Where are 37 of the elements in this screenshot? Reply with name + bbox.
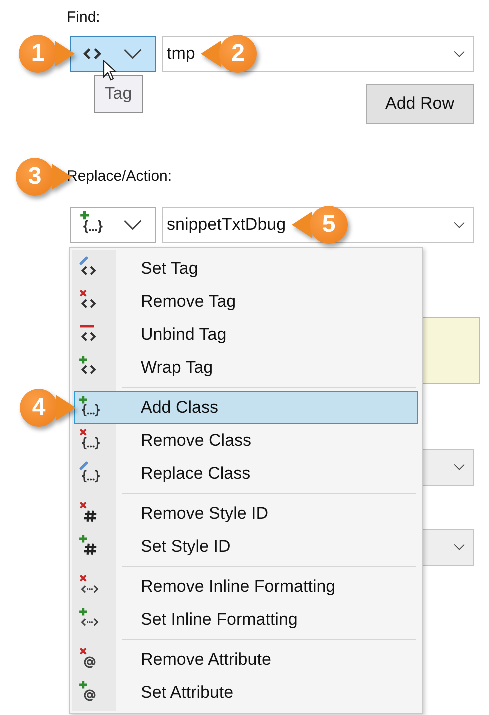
type-dropdown-button[interactable] bbox=[70, 36, 156, 72]
menu-item[interactable]: Remove Tag bbox=[74, 285, 418, 318]
chevron-icon bbox=[454, 544, 465, 551]
menu-item[interactable]: Remove Class bbox=[74, 424, 418, 457]
menu-item[interactable]: Remove Inline Formatting bbox=[74, 570, 418, 603]
menu-item[interactable]: Remove Attribute bbox=[74, 643, 418, 676]
menu-item[interactable]: Unbind Tag bbox=[74, 318, 418, 351]
field-value: tmp bbox=[167, 44, 196, 63]
chevron-icon bbox=[123, 220, 143, 230]
menu-item[interactable]: Add Class bbox=[74, 391, 418, 424]
menu-item[interactable]: Replace Class bbox=[74, 457, 418, 490]
menu-item[interactable]: Remove Style ID bbox=[74, 497, 418, 530]
type-dropdown-button[interactable] bbox=[70, 207, 156, 243]
field-value: snippetTxtDbug bbox=[167, 215, 286, 234]
combo-field[interactable]: tmp 2 bbox=[162, 36, 474, 72]
find-label: Find: bbox=[67, 8, 102, 28]
replace-label: Replace/Action: bbox=[67, 168, 172, 185]
tag-icon bbox=[83, 48, 102, 60]
chevron-icon bbox=[454, 50, 465, 58]
cursor-icon bbox=[103, 60, 117, 82]
menu-item[interactable]: Set Style ID bbox=[74, 530, 418, 563]
plus-braces-icon bbox=[79, 394, 101, 416]
menu-item[interactable]: Set Tag bbox=[74, 252, 418, 285]
cross-dotted-arrows-icon bbox=[79, 574, 101, 596]
add-row-button[interactable]: Add Row bbox=[366, 84, 474, 124]
pencil-braces-icon bbox=[79, 460, 101, 482]
combo-field[interactable]: snippetTxtDbug 5 bbox=[162, 207, 474, 243]
menu-item[interactable]: Set Inline Formatting bbox=[74, 603, 418, 636]
cross-braces-icon bbox=[79, 428, 101, 450]
plus-dotted-arrows-icon bbox=[79, 606, 101, 628]
menu-item[interactable]: Set Attribute bbox=[74, 676, 418, 709]
chevron-icon bbox=[123, 48, 143, 60]
chevron-icon bbox=[454, 464, 465, 471]
chevron-icon bbox=[454, 222, 465, 228]
tooltip: Tag bbox=[94, 75, 143, 113]
menu-item[interactable]: Wrap Tag bbox=[74, 351, 418, 384]
plus-braces-icon bbox=[80, 210, 104, 234]
